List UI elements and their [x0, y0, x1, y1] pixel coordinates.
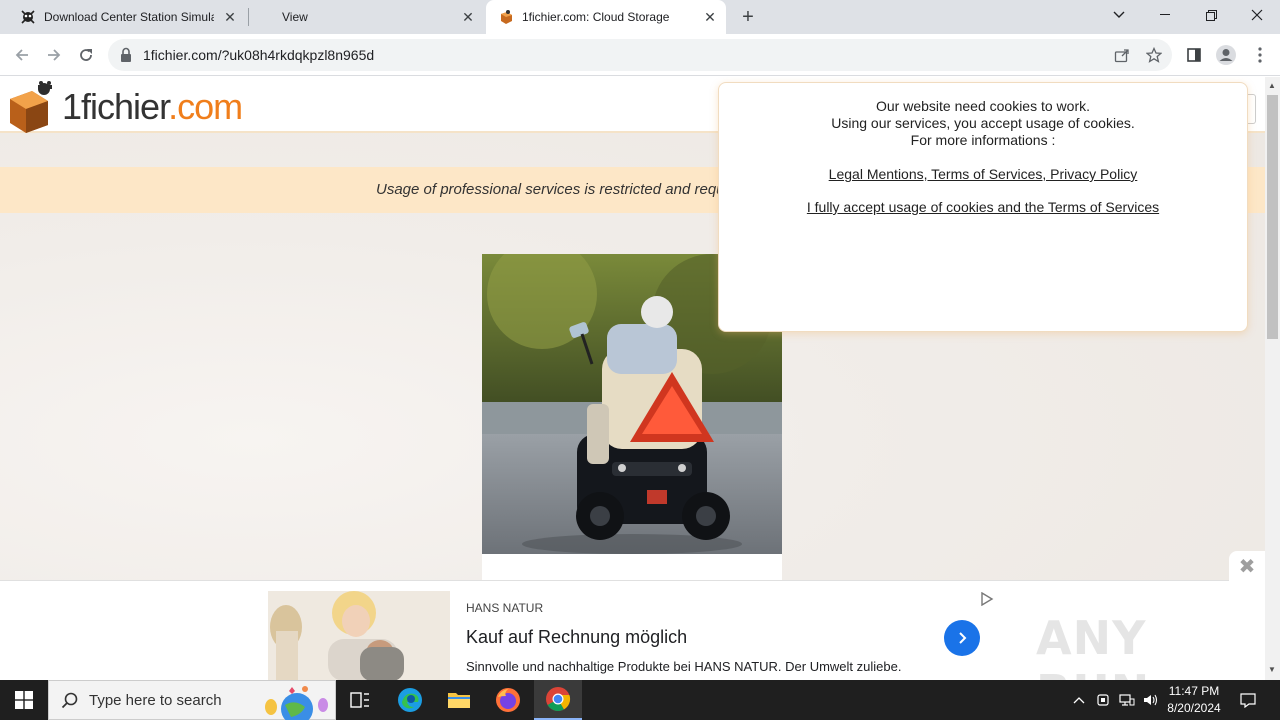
cookie-text-line-2: Using our services, you accept usage of … — [831, 115, 1135, 131]
kebab-menu-icon — [1258, 47, 1262, 63]
accept-cookies-link[interactable]: I fully accept usage of cookies and the … — [719, 199, 1247, 215]
logo-part-1: 1fichier — [62, 86, 169, 127]
taskbar-clock[interactable]: 11:47 PM 8/20/2024 — [1166, 683, 1222, 717]
tray-device-icon[interactable] — [1092, 680, 1114, 720]
scroll-up-icon[interactable]: ▲ — [1268, 81, 1276, 90]
tab-title: View — [282, 10, 308, 24]
scroll-down-icon[interactable]: ▼ — [1268, 665, 1276, 674]
close-icon[interactable]: ✕ — [460, 9, 476, 25]
ad-description[interactable]: Sinnvolle und nachhaltige Produkte bei H… — [466, 659, 901, 674]
taskbar-chrome[interactable] — [534, 680, 582, 720]
reload-icon — [80, 49, 92, 61]
clock-time: 11:47 PM — [1168, 684, 1220, 698]
reload-button[interactable] — [74, 43, 98, 67]
task-view-icon — [350, 692, 369, 708]
arrow-left-icon — [15, 49, 28, 61]
lock-icon — [121, 47, 131, 62]
anyrun-icon — [21, 10, 35, 24]
share-icon[interactable] — [1113, 46, 1131, 64]
address-bar[interactable]: 1fichier.com/?uk08h4rkdqkpzl8n965d — [108, 39, 1172, 71]
url-text[interactable]: 1fichier.com/?uk08h4rkdqkpzl8n965d — [143, 47, 374, 63]
network-icon[interactable] — [1116, 680, 1138, 720]
legal-links[interactable]: Legal Mentions, Terms of Services, Priva… — [719, 166, 1247, 182]
bookmark-star-icon[interactable] — [1145, 46, 1163, 64]
ad-title[interactable]: Kauf auf Rechnung möglich — [466, 627, 687, 648]
close-icon[interactable]: ✕ — [702, 9, 718, 25]
chevron-right-icon — [959, 632, 967, 644]
forward-button[interactable] — [42, 43, 66, 67]
logo-part-2: .com — [168, 86, 243, 127]
edge-icon — [398, 688, 422, 712]
minimize-button[interactable] — [1142, 0, 1188, 30]
profile-avatar-icon — [1216, 45, 1236, 65]
search-placeholder: Type here to search — [89, 692, 222, 709]
taskbar-search-box[interactable]: Type here to search — [48, 680, 336, 720]
cookie-text-line-3: For more informations : — [910, 132, 1056, 148]
taskbar-edge[interactable] — [386, 680, 434, 720]
close-window-button[interactable] — [1234, 0, 1280, 30]
tab-strip: Download Center Station Simula ✕ View ✕ … — [0, 0, 1280, 34]
folder-icon — [448, 693, 470, 708]
back-button[interactable] — [10, 43, 34, 67]
tab-view[interactable]: View ✕ — [250, 0, 484, 34]
tab-search-chevron-icon[interactable] — [1096, 0, 1142, 30]
taskbar-firefox[interactable] — [484, 680, 532, 720]
notification-center-icon[interactable] — [1234, 680, 1262, 720]
windows-taskbar: Type here to search 11:47 PM 8/20/2024 — [0, 680, 1280, 720]
new-tab-button[interactable]: + — [737, 6, 759, 28]
windows-logo-icon — [15, 691, 33, 709]
ad-banner[interactable]: ✖ HANS NATUR Kauf auf Rechnung möglich S… — [0, 551, 1265, 719]
tab-title: 1fichier.com: Cloud Storage — [522, 10, 670, 24]
chrome-icon — [546, 687, 571, 712]
taskbar-file-explorer[interactable] — [435, 680, 483, 720]
close-icon[interactable]: ✕ — [222, 9, 238, 25]
tray-overflow-chevron-icon[interactable] — [1068, 680, 1090, 720]
start-button[interactable] — [0, 680, 48, 720]
browser-toolbar: 1fichier.com/?uk08h4rkdqkpzl8n965d — [0, 34, 1280, 76]
side-panel-icon — [1187, 48, 1201, 62]
notice-text: Usage of professional services is restri… — [376, 181, 725, 198]
site-logo[interactable]: 1fichier.com — [62, 86, 243, 128]
ad-image[interactable] — [268, 591, 450, 681]
1fichier-logo-icon[interactable] — [8, 81, 56, 133]
firefox-icon — [496, 688, 520, 712]
ad-close-icon[interactable]: ✖ — [1229, 551, 1265, 581]
restore-button[interactable] — [1188, 0, 1234, 30]
cookie-consent-dialog: Our website need cookies to work. Using … — [718, 82, 1248, 332]
page-scrollbar[interactable]: ▲ ▼ — [1265, 77, 1280, 680]
arrow-right-icon — [48, 49, 61, 61]
cookie-text-line-1: Our website need cookies to work. — [876, 98, 1090, 114]
tab-separator — [248, 8, 249, 26]
volume-icon[interactable] — [1140, 680, 1162, 720]
tab-1fichier[interactable]: 1fichier.com: Cloud Storage ✕ — [486, 0, 726, 34]
1fichier-favicon — [501, 10, 512, 24]
tab-title: Download Center Station Simula — [44, 10, 214, 24]
adchoices-icon[interactable] — [980, 592, 994, 606]
tab-download-center[interactable]: Download Center Station Simula ✕ — [8, 0, 246, 34]
search-highlight-globe-icon — [265, 686, 328, 720]
ad-brand[interactable]: HANS NATUR — [466, 601, 543, 615]
side-panel-button[interactable] — [1182, 43, 1206, 67]
task-view-button[interactable] — [336, 680, 384, 720]
profile-button[interactable] — [1214, 43, 1238, 67]
search-icon — [61, 692, 78, 709]
menu-button[interactable] — [1248, 43, 1272, 67]
ad-go-button[interactable] — [944, 620, 980, 656]
clock-date: 8/20/2024 — [1167, 701, 1221, 715]
scroll-thumb[interactable] — [1267, 95, 1278, 339]
